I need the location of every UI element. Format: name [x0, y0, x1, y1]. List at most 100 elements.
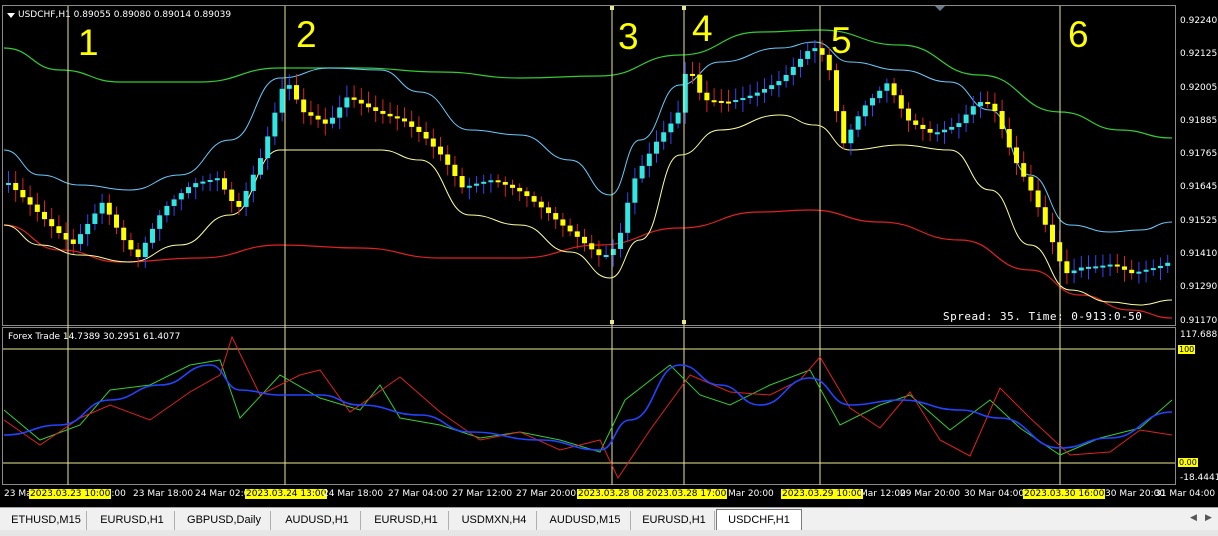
price-label: 0.92240	[1180, 16, 1218, 26]
bear-candle	[553, 213, 559, 220]
time-label: 23 Mar 18:00	[133, 489, 194, 499]
tab-usdmxn-h4[interactable]: USDMXN,H4	[452, 511, 537, 530]
bull-candle	[99, 202, 105, 214]
chart-menu-arrow-icon[interactable]	[7, 13, 15, 18]
tab-ethusd-m15[interactable]: ETHUSD,M15	[6, 511, 87, 530]
tab-audusd-h1[interactable]: AUDUSD,H1	[274, 511, 361, 530]
bull-candle	[949, 126, 955, 130]
spread-info: Spread: 35. Time: 0-913:0-50	[943, 310, 1143, 323]
time-label: 29 Mar 20:00	[900, 489, 961, 499]
price-label: 0.91765	[1180, 149, 1218, 159]
tabs-scroll-left-icon[interactable]: ◀	[1190, 513, 1197, 523]
bear-candle	[452, 164, 458, 177]
bull-candle	[978, 102, 983, 107]
price-label: 0.91525	[1180, 216, 1218, 226]
bear-candle	[1042, 207, 1048, 225]
bear-candle	[1114, 264, 1120, 267]
price-label: 0.91290	[1180, 282, 1218, 292]
time-label: 30 Mar 04:00	[964, 489, 1025, 499]
bull-candle	[1150, 268, 1156, 271]
bull-candle	[85, 223, 91, 235]
bear-candle	[49, 219, 55, 227]
bear-candle	[34, 204, 40, 212]
indicator-axis-bottom: -18.4441	[1180, 473, 1218, 483]
bear-candle	[459, 176, 465, 188]
bear-candle	[301, 99, 307, 113]
bear-candle	[589, 243, 595, 250]
bull-candle	[171, 199, 177, 206]
bull-candle	[754, 92, 760, 96]
bear-candle	[596, 249, 602, 256]
bear-candle	[308, 112, 314, 116]
bear-candle	[1064, 261, 1070, 274]
bear-candle	[387, 113, 393, 117]
bull-candle	[762, 89, 767, 93]
tab-eurusd-h1[interactable]: EURUSD,H1	[90, 511, 175, 530]
oscillator-green-line	[3, 359, 1173, 456]
bear-candle	[999, 111, 1005, 130]
bull-candle	[970, 106, 976, 115]
bear-candle	[70, 239, 76, 244]
bull-candle	[1086, 266, 1091, 269]
tab-eurusd-h1-3[interactable]: EURUSD,H1	[634, 511, 715, 530]
bear-candle	[20, 190, 26, 198]
bull-candle	[668, 123, 674, 133]
bull-candle	[798, 58, 803, 67]
bull-candle	[178, 193, 184, 200]
marker-number-3: 3	[618, 16, 639, 57]
bear-candle	[121, 227, 127, 241]
bear-candle	[13, 183, 19, 191]
bear-candle	[351, 97, 357, 100]
bull-candle	[337, 107, 343, 118]
bear-candle	[27, 197, 33, 205]
bear-candle	[891, 83, 897, 96]
bear-candle	[711, 100, 717, 103]
tab-eurusd-h1-2[interactable]: EURUSD,H1	[364, 511, 449, 530]
bull-candle	[646, 153, 652, 166]
shift-marker-icon[interactable]	[935, 6, 945, 11]
bear-candle	[402, 118, 407, 122]
bull-candle	[258, 158, 263, 175]
bull-candle	[855, 116, 861, 130]
time-label-highlighted: 2023.03.24 13:00	[245, 489, 328, 499]
bear-candle	[394, 116, 400, 119]
event-line-handle	[610, 320, 614, 324]
bear-candle	[445, 154, 451, 165]
bear-candle	[898, 95, 904, 109]
bear-candle	[524, 191, 530, 197]
bear-candle	[726, 101, 731, 104]
bear-candle	[1129, 269, 1135, 274]
bear-candle	[697, 74, 703, 93]
band-upper	[3, 41, 1173, 233]
bull-candle	[963, 114, 969, 124]
bear-candle	[114, 214, 119, 228]
bull-candle	[1100, 265, 1106, 268]
bear-candle	[517, 187, 523, 192]
time-label-highlighted: 2023.03.29 10:00	[781, 489, 864, 499]
tabs-scroll-right-icon[interactable]: ▶	[1205, 513, 1212, 523]
bear-candle	[1021, 163, 1027, 177]
price-label: 0.92005	[1180, 83, 1218, 93]
bear-candle	[690, 73, 695, 76]
price-label: 0.91170	[1180, 316, 1218, 326]
bear-candle	[560, 219, 566, 226]
tab-audusd-m15[interactable]: AUDUSD,M15	[540, 511, 631, 530]
tab-usdchf-h1-active[interactable]: USDCHF,H1	[716, 509, 802, 532]
bull-candle	[884, 83, 890, 91]
marker-number-6: 6	[1068, 14, 1089, 55]
bull-candle	[776, 81, 782, 86]
bull-candle	[603, 255, 609, 258]
tab-gbpusd-daily[interactable]: GBPUSD,Daily	[178, 511, 271, 530]
indicator-axis-top: 117.6881	[1180, 330, 1218, 340]
bull-candle	[1093, 266, 1099, 269]
event-line-handle	[682, 6, 686, 10]
bull-candle	[265, 136, 271, 159]
marker-number-2: 2	[296, 14, 317, 55]
bull-candle	[956, 123, 962, 127]
moving-average-green	[3, 29, 1173, 139]
mt4-window: USDCHF,H1 0.89055 0.89080 0.89014 0.8903…	[0, 0, 1218, 536]
bull-candle	[740, 98, 746, 101]
time-label: 24 Mar 18:00	[323, 489, 384, 499]
bear-candle	[438, 146, 443, 155]
bear-candle	[128, 240, 134, 250]
